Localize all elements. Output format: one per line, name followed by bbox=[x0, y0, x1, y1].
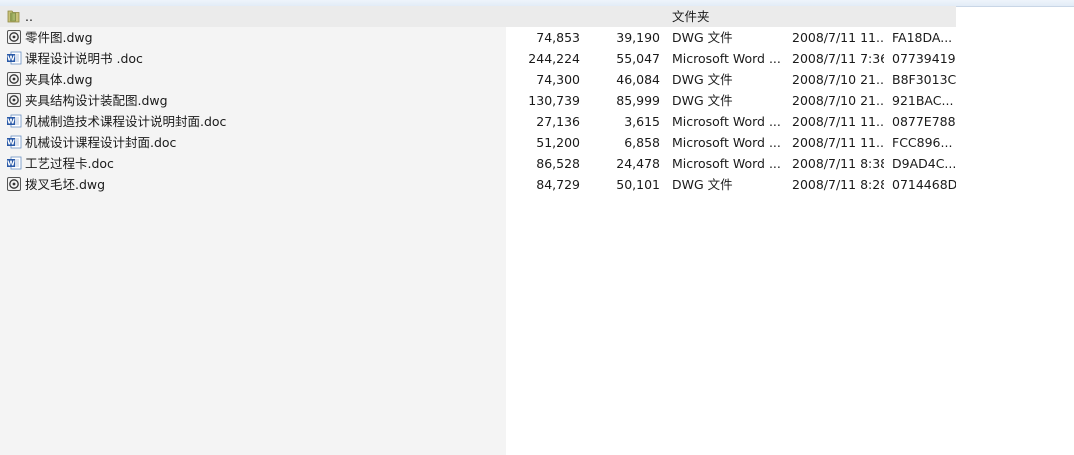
file-packed-size: 3,615 bbox=[624, 114, 660, 129]
word-doc-icon: W bbox=[6, 50, 22, 66]
file-type: DWG 文件 bbox=[672, 72, 733, 87]
file-row[interactable]: 拨叉毛坯.dwg 84,729 50,101 DWG 文件 2008/7/11 … bbox=[0, 174, 956, 195]
file-packed-size: 55,047 bbox=[616, 51, 660, 66]
dwg-icon bbox=[6, 29, 22, 45]
file-modified: 2008/7/10 21... bbox=[792, 93, 884, 108]
file-size: 74,853 bbox=[536, 30, 580, 45]
file-type: DWG 文件 bbox=[672, 30, 733, 45]
file-modified: 2008/7/11 8:38 bbox=[792, 156, 884, 171]
file-modified: 2008/7/11 11... bbox=[792, 30, 884, 45]
file-name: 工艺过程卡.doc bbox=[25, 156, 114, 171]
file-crc: FCC896... bbox=[892, 135, 953, 150]
file-type: DWG 文件 bbox=[672, 93, 733, 108]
file-size: 86,528 bbox=[536, 156, 580, 171]
file-row[interactable]: 夹具体.dwg 74,300 46,084 DWG 文件 2008/7/10 2… bbox=[0, 69, 956, 90]
file-packed-size: 85,999 bbox=[616, 93, 660, 108]
file-type: 文件夹 bbox=[672, 9, 710, 24]
file-size: 130,739 bbox=[528, 93, 580, 108]
file-type: DWG 文件 bbox=[672, 177, 733, 192]
file-packed-size: 46,084 bbox=[616, 72, 660, 87]
file-modified: 2008/7/11 11... bbox=[792, 114, 884, 129]
file-row[interactable]: 零件图.dwg 74,853 39,190 DWG 文件 2008/7/11 1… bbox=[0, 27, 956, 48]
dwg-icon bbox=[6, 92, 22, 108]
file-name: 拨叉毛坯.dwg bbox=[25, 177, 106, 192]
word-doc-icon: W bbox=[6, 134, 22, 150]
file-modified: 2008/7/11 11... bbox=[792, 135, 884, 150]
file-row[interactable]: W 机械制造技术课程设计说明封面.doc 27,136 3,615 Micros… bbox=[0, 111, 956, 132]
file-row[interactable]: W 机械设计课程设计封面.doc 51,200 6,858 Microsoft … bbox=[0, 132, 956, 153]
file-crc: D9AD4C... bbox=[892, 156, 956, 171]
file-packed-size: 24,478 bbox=[616, 156, 660, 171]
svg-text:W: W bbox=[7, 118, 15, 126]
file-name: 夹具体.dwg bbox=[25, 72, 93, 87]
file-size: 51,200 bbox=[536, 135, 580, 150]
file-name: 课程设计说明书 .doc bbox=[25, 51, 143, 66]
file-size: 74,300 bbox=[536, 72, 580, 87]
file-name: .. bbox=[25, 9, 33, 24]
file-modified: 2008/7/11 7:36 bbox=[792, 51, 884, 66]
file-size: 244,224 bbox=[528, 51, 580, 66]
word-doc-icon: W bbox=[6, 155, 22, 171]
file-packed-size: 50,101 bbox=[616, 177, 660, 192]
file-name: 夹具结构设计装配图.dwg bbox=[25, 93, 168, 108]
file-list: .. 文件夹 零件图.dwg 74,853 39,190 DWG 文件 2008… bbox=[0, 6, 956, 195]
file-crc: 0877E788 bbox=[892, 114, 956, 129]
file-type: Microsoft Word ... bbox=[672, 156, 781, 171]
file-name: 机械制造技术课程设计说明封面.doc bbox=[25, 114, 227, 129]
file-size: 27,136 bbox=[536, 114, 580, 129]
file-modified: 2008/7/11 8:28 bbox=[792, 177, 884, 192]
word-doc-icon: W bbox=[6, 113, 22, 129]
file-packed-size: 39,190 bbox=[616, 30, 660, 45]
file-crc: 921BAC... bbox=[892, 93, 954, 108]
file-type: Microsoft Word ... bbox=[672, 135, 781, 150]
svg-text:W: W bbox=[7, 160, 15, 168]
file-crc: B8F3013C bbox=[892, 72, 956, 87]
dwg-icon bbox=[6, 71, 22, 87]
folder-icon bbox=[6, 8, 22, 24]
file-crc: FA18DA... bbox=[892, 30, 953, 45]
file-packed-size: 6,858 bbox=[624, 135, 660, 150]
dwg-icon bbox=[6, 176, 22, 192]
file-crc: 07739419 bbox=[892, 51, 956, 66]
file-type: Microsoft Word ... bbox=[672, 114, 781, 129]
svg-text:W: W bbox=[7, 55, 15, 63]
file-name: 零件图.dwg bbox=[25, 30, 93, 45]
file-modified: 2008/7/10 21... bbox=[792, 72, 884, 87]
file-row[interactable]: W 工艺过程卡.doc 86,528 24,478 Microsoft Word… bbox=[0, 153, 956, 174]
file-row[interactable]: W 课程设计说明书 .doc 244,224 55,047 Microsoft … bbox=[0, 48, 956, 69]
file-name: 机械设计课程设计封面.doc bbox=[25, 135, 177, 150]
file-row[interactable]: 夹具结构设计装配图.dwg 130,739 85,999 DWG 文件 2008… bbox=[0, 90, 956, 111]
file-crc: 0714468D bbox=[892, 177, 956, 192]
parent-folder-row[interactable]: .. 文件夹 bbox=[0, 6, 956, 27]
file-type: Microsoft Word ... bbox=[672, 51, 781, 66]
svg-text:W: W bbox=[7, 139, 15, 147]
file-size: 84,729 bbox=[536, 177, 580, 192]
